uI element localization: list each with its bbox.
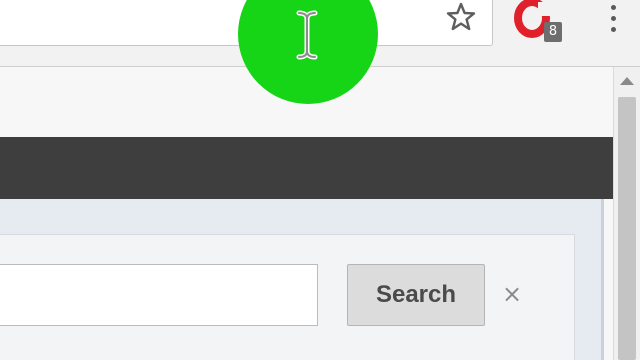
menu-dot — [610, 15, 616, 21]
extension-badge-count: 8 — [544, 22, 562, 42]
text-cursor-icon — [296, 10, 318, 60]
page-scrollbar[interactable] — [613, 67, 640, 360]
site-header-bar — [0, 137, 613, 199]
bookmark-star-glyph — [446, 2, 476, 31]
opera-extension-button[interactable]: 8 — [512, 0, 568, 50]
vertical-dots-icon[interactable] — [600, 0, 626, 40]
scrollbar-thumb[interactable] — [618, 97, 636, 360]
search-input[interactable] — [0, 264, 318, 326]
browser-window: 8 Search × — [0, 0, 640, 360]
close-icon[interactable]: × — [498, 278, 526, 310]
search-button[interactable]: Search — [347, 264, 485, 326]
star-outline-icon[interactable] — [441, 0, 481, 37]
menu-dot — [610, 4, 616, 10]
menu-dot — [610, 26, 616, 32]
scroll-up-arrow-icon[interactable] — [620, 77, 634, 85]
